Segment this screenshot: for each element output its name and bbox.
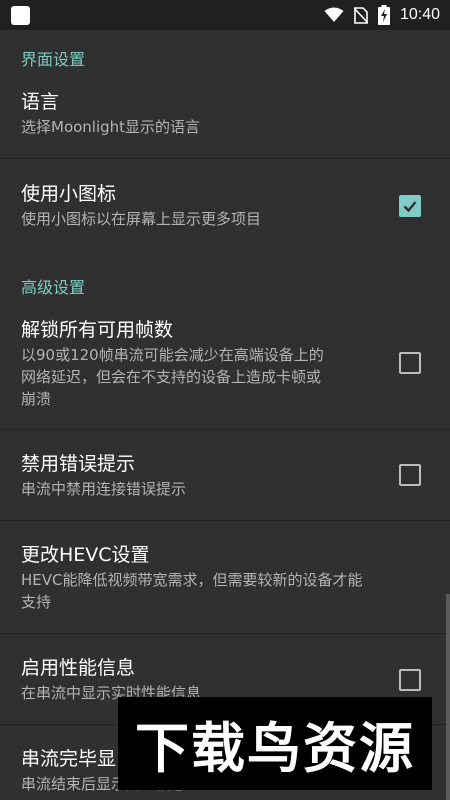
- pref-unlock-fps-summary-line2: 网络延迟，但会在不支持的设备上造成卡顿或: [21, 368, 322, 386]
- app-notification-icon: [11, 6, 30, 25]
- pref-hevc-title: 更改HEVC设置: [21, 544, 150, 566]
- pref-hevc-summary-line1: HEVC能降低视频带宽需求，但需要较新的设备才能: [21, 571, 363, 589]
- unlock-fps-checkbox[interactable]: [399, 352, 421, 374]
- status-time: 10:40: [399, 6, 440, 23]
- pref-hevc[interactable]: 更改HEVC设置 HEVC能降低视频带宽需求，但需要较新的设备才能 支持: [0, 521, 450, 633]
- wifi-icon: [324, 7, 344, 23]
- status-icons: 10:40: [324, 0, 440, 30]
- pref-stream-end-title: 串流完毕显: [21, 748, 117, 770]
- pref-language[interactable]: 语言 选择Moonlight显示的语言: [0, 78, 450, 158]
- pref-unlock-fps[interactable]: 解锁所有可用帧数 以90或120帧串流可能会减少在高端设备上的 网络延迟，但会在…: [0, 305, 450, 429]
- section-header-interface: 界面设置: [21, 50, 86, 69]
- watermark-text: 下载鸟资源: [135, 717, 415, 780]
- pref-hevc-summary-line2: 支持: [21, 593, 52, 611]
- pref-small-icons[interactable]: 使用小图标 使用小图标以在屏幕上显示更多项目: [0, 159, 450, 249]
- watermark: 下载鸟资源: [118, 697, 432, 790]
- pref-disable-warnings-title: 禁用错误提示: [21, 453, 136, 475]
- pref-language-title: 语言: [21, 91, 60, 113]
- disable-warnings-checkbox[interactable]: [399, 464, 421, 486]
- pref-disable-warnings[interactable]: 禁用错误提示 串流中禁用连接错误提示: [0, 430, 450, 520]
- check-icon: [403, 201, 417, 213]
- pref-language-summary: 选择Moonlight显示的语言: [21, 118, 201, 136]
- battery-charging-icon: [377, 5, 390, 25]
- perf-overlay-checkbox[interactable]: [399, 669, 421, 691]
- pref-small-icons-title: 使用小图标: [21, 183, 117, 205]
- scrollbar[interactable]: [446, 594, 450, 800]
- section-header-advanced: 高级设置: [21, 278, 86, 297]
- small-icons-checkbox[interactable]: [399, 195, 421, 217]
- pref-unlock-fps-summary-line3: 崩溃: [21, 390, 52, 408]
- pref-unlock-fps-title: 解锁所有可用帧数: [21, 319, 174, 341]
- no-sim-icon: [353, 6, 368, 24]
- pref-perf-overlay-title: 启用性能信息: [21, 657, 136, 679]
- status-bar: 10:40: [0, 0, 450, 30]
- pref-unlock-fps-summary-line1: 以90或120帧串流可能会减少在高端设备上的: [21, 346, 324, 364]
- pref-disable-warnings-summary: 串流中禁用连接错误提示: [21, 480, 187, 498]
- pref-small-icons-summary: 使用小图标以在屏幕上显示更多项目: [21, 210, 262, 228]
